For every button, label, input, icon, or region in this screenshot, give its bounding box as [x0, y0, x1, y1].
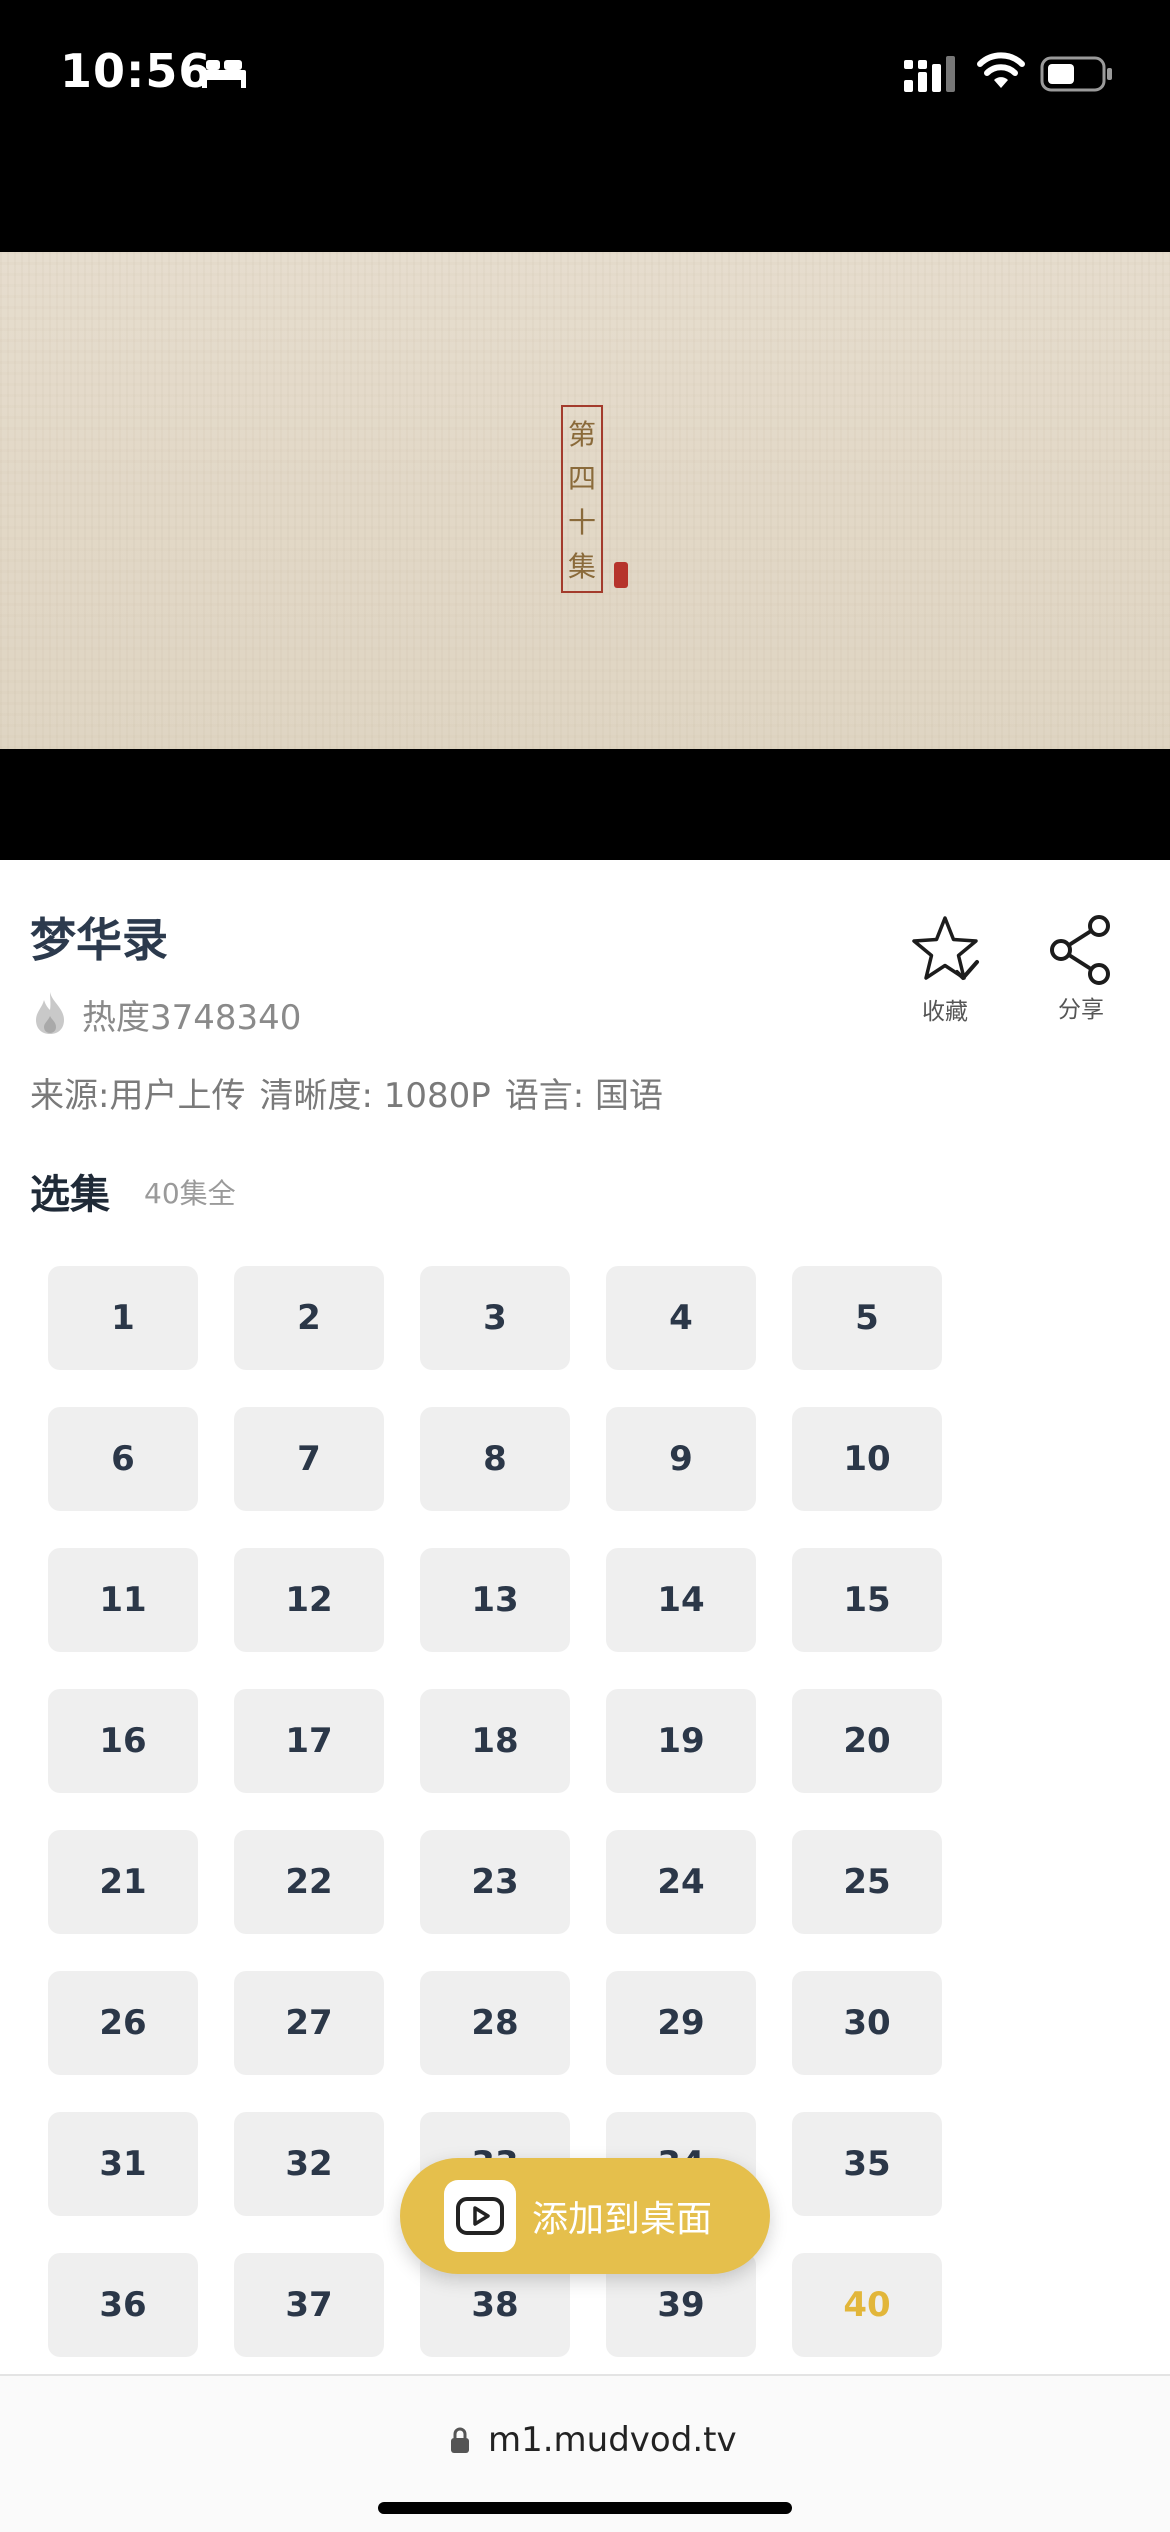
- episode-button[interactable]: 25: [792, 1830, 942, 1934]
- status-time: 10:56: [60, 44, 212, 98]
- source-text: 来源:用户上传: [30, 1076, 246, 1116]
- video-frame[interactable]: 第 四 十 集: [0, 252, 1170, 749]
- fire-icon: [36, 992, 64, 1034]
- episode-button[interactable]: 26: [48, 1971, 198, 2075]
- episode-button[interactable]: 31: [48, 2112, 198, 2216]
- star-check-icon: [912, 916, 979, 980]
- favorite-button[interactable]: 收藏: [900, 912, 990, 1030]
- add-to-desktop-button[interactable]: 添加到桌面: [400, 2158, 770, 2274]
- episode-button[interactable]: 14: [606, 1548, 756, 1652]
- episode-seal-char-2: 四: [568, 462, 596, 495]
- episode-button[interactable]: 9: [606, 1407, 756, 1511]
- episode-button[interactable]: 40: [792, 2253, 942, 2357]
- app-icon: [444, 2180, 516, 2252]
- episode-button[interactable]: 30: [792, 1971, 942, 2075]
- episode-title-card: 第 四 十 集: [561, 405, 603, 593]
- add-to-desktop-label: 添加到桌面: [532, 2199, 713, 2240]
- episode-button[interactable]: 22: [234, 1830, 384, 1934]
- episode-button[interactable]: 24: [606, 1830, 756, 1934]
- meta-line: 来源:用户上传 清晰度: 1080P 语言: 国语: [30, 1068, 677, 1117]
- video-player[interactable]: 第 四 十 集: [0, 150, 1170, 860]
- episode-seal-char-4: 集: [568, 550, 596, 583]
- episode-button[interactable]: 8: [420, 1407, 570, 1511]
- clarity-text: 清晰度: 1080P: [259, 1076, 491, 1116]
- episode-button[interactable]: 37: [234, 2253, 384, 2357]
- episode-button[interactable]: 7: [234, 1407, 384, 1511]
- episode-button[interactable]: 2: [234, 1266, 384, 1370]
- browser-url-bar[interactable]: m1.mudvod.tv: [0, 2374, 1170, 2532]
- bed-icon: [202, 60, 246, 88]
- episode-button[interactable]: 10: [792, 1407, 942, 1511]
- episode-button[interactable]: 4: [606, 1266, 756, 1370]
- episode-button[interactable]: 16: [48, 1689, 198, 1793]
- episode-button[interactable]: 5: [792, 1266, 942, 1370]
- home-indicator: [378, 2502, 792, 2514]
- play-icon: [456, 2197, 504, 2235]
- episode-seal-char-1: 第: [568, 418, 596, 451]
- red-seal-stamp: [614, 562, 628, 588]
- lock-icon: [451, 2427, 469, 2453]
- episode-button[interactable]: 21: [48, 1830, 198, 1934]
- episode-button[interactable]: 20: [792, 1689, 942, 1793]
- battery-icon: [1040, 56, 1112, 92]
- share-icon: [1050, 915, 1110, 985]
- heat-count: 热度3748340: [82, 998, 302, 1038]
- signal-icon: [904, 56, 955, 92]
- episode-button[interactable]: 36: [48, 2253, 198, 2357]
- episode-button[interactable]: 29: [606, 1971, 756, 2075]
- episode-seal-char-3: 十: [568, 506, 596, 539]
- episode-button[interactable]: 1: [48, 1266, 198, 1370]
- episode-button[interactable]: 18: [420, 1689, 570, 1793]
- episode-button[interactable]: 12: [234, 1548, 384, 1652]
- episode-button[interactable]: 28: [420, 1971, 570, 2075]
- episode-button[interactable]: 11: [48, 1548, 198, 1652]
- show-title: 梦华录: [30, 913, 168, 967]
- episode-button[interactable]: 35: [792, 2112, 942, 2216]
- episode-button[interactable]: 13: [420, 1548, 570, 1652]
- episode-button[interactable]: 19: [606, 1689, 756, 1793]
- episode-button[interactable]: 32: [234, 2112, 384, 2216]
- episodes-section-title: 选集: [30, 1172, 110, 1218]
- episodes-count: 40集全: [144, 1177, 236, 1210]
- status-bar: 10:56: [0, 0, 1170, 150]
- episode-button[interactable]: 23: [420, 1830, 570, 1934]
- share-label: 分享: [1058, 997, 1104, 1023]
- episode-button[interactable]: 3: [420, 1266, 570, 1370]
- language-text: 语言: 国语: [504, 1076, 664, 1116]
- url-text[interactable]: m1.mudvod.tv: [488, 2420, 737, 2460]
- episode-button[interactable]: 15: [792, 1548, 942, 1652]
- wifi-icon: [977, 52, 1025, 88]
- episode-button[interactable]: 17: [234, 1689, 384, 1793]
- episode-button[interactable]: 27: [234, 1971, 384, 2075]
- favorite-label: 收藏: [922, 999, 968, 1025]
- episode-button[interactable]: 6: [48, 1407, 198, 1511]
- share-button[interactable]: 分享: [1036, 912, 1126, 1030]
